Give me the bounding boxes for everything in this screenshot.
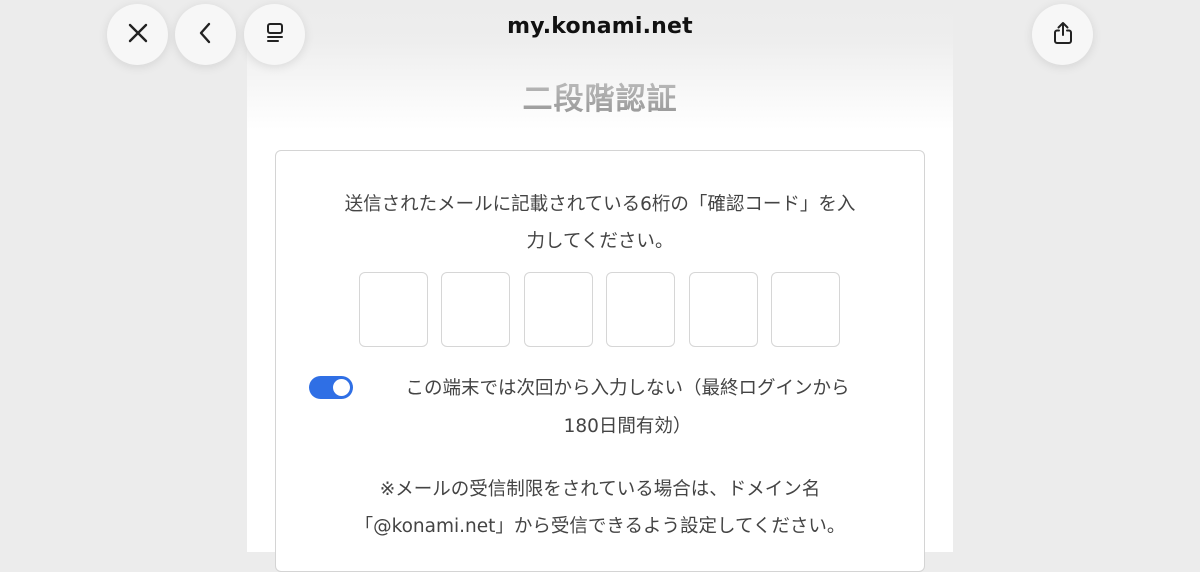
- code-digit-4[interactable]: [606, 272, 675, 347]
- toggle-knob: [333, 379, 350, 396]
- code-digit-5[interactable]: [689, 272, 758, 347]
- share-icon: [1050, 20, 1076, 50]
- instruction-line-1: 送信されたメールに記載されている6桁の「確認コード」を入: [344, 194, 856, 215]
- remember-label-line-2: 180日間有効）: [563, 416, 692, 437]
- code-digit-2[interactable]: [441, 272, 510, 347]
- address-bar-url[interactable]: my.konami.net: [0, 14, 1200, 39]
- share-button[interactable]: [1032, 4, 1093, 65]
- code-digit-6[interactable]: [771, 272, 840, 347]
- remember-label-line-1: この端末では次回から入力しない（最終ログインから: [405, 378, 850, 399]
- remember-device-toggle[interactable]: [309, 376, 353, 399]
- note-line-1: ※メールの受信制限をされている場合は、ドメイン名: [379, 479, 821, 500]
- code-digit-1[interactable]: [359, 272, 428, 347]
- domain-note: ※メールの受信制限をされている場合は、ドメイン名 「@konami.net」から…: [300, 471, 900, 545]
- instruction-text: 送信されたメールに記載されている6桁の「確認コード」を入 力してください。: [300, 186, 900, 260]
- code-digit-3[interactable]: [524, 272, 593, 347]
- remember-device-label: この端末では次回から入力しない（最終ログインから 180日間有効）: [375, 370, 880, 446]
- note-line-2: 「@konami.net」から受信できるよう設定してください。: [354, 516, 846, 537]
- instruction-line-2: 力してください。: [526, 231, 674, 252]
- page-title: 二段階認証: [522, 82, 678, 117]
